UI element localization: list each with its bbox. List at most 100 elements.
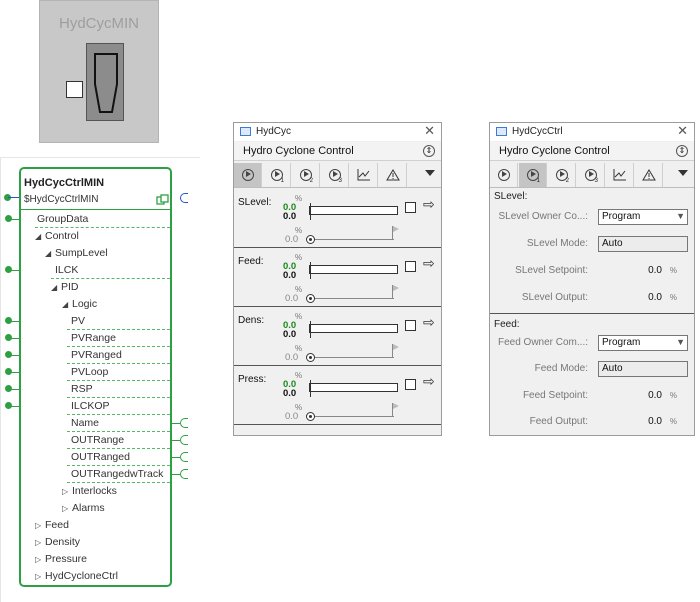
tree-item-label: Control [45, 230, 79, 242]
tree-item-control[interactable]: ◢ Control [21, 228, 170, 245]
tree-item-rsp[interactable]: RSP [67, 381, 170, 398]
feed-mode-label: Feed Mode: [534, 363, 588, 374]
slevel-setpoint-value[interactable]: 0.0 [648, 265, 662, 276]
output-pin-icon[interactable] [180, 193, 188, 203]
faceplate-hydcycctrl[interactable]: HydCycCtrl ✕ Hydro Cyclone Control ⇕ 1 2… [489, 122, 695, 436]
tree-item-pressure[interactable]: ▷ Pressure [21, 551, 170, 568]
output-pin-icon[interactable] [180, 452, 188, 462]
expanded-caret-icon[interactable]: ◢ [35, 229, 45, 245]
feed-output-value[interactable]: 0.0 [648, 416, 662, 427]
tab-1[interactable]: 1 [519, 163, 547, 187]
tree-item-pvloop[interactable]: PVLoop [67, 364, 170, 381]
tree-item-pvrange[interactable]: PVRange [67, 330, 170, 347]
tree-item-label: OUTRangedwTrack [71, 468, 164, 480]
tree-item-logic[interactable]: ◢ Logic [21, 296, 170, 313]
feed-section: Feed: Feed Owner Com...: Program Feed Mo… [490, 315, 694, 435]
window-titlebar[interactable]: HydCyc ✕ [234, 123, 441, 141]
select-checkbox[interactable] [405, 261, 416, 272]
tab-2[interactable]: 2 [292, 163, 320, 187]
tab-3[interactable]: 3 [577, 163, 605, 187]
window-titlebar[interactable]: HydCycCtrl ✕ [490, 123, 694, 141]
tree-item-groupdata[interactable]: GroupData [35, 211, 170, 228]
function-block[interactable]: HydCycCtrlMIN $HydCycCtrlMIN GroupData ◢ C… [19, 167, 172, 587]
slevel-owner-select[interactable]: Program [598, 209, 688, 225]
expanded-caret-icon[interactable]: ◢ [51, 280, 61, 296]
tree-item-outrange[interactable]: OUTRange [67, 432, 170, 449]
tab-trend[interactable] [350, 163, 378, 187]
collapsed-caret-icon[interactable]: ▷ [35, 552, 45, 568]
tree-item-alarms[interactable]: ▷ Alarms [21, 500, 170, 517]
setpoint-slider-handle[interactable] [306, 235, 315, 244]
faceplate-hydcyc[interactable]: HydCyc ✕ Hydro Cyclone Control ⇕ 1 2 3 S… [233, 122, 442, 436]
tree-item-label: Alarms [72, 502, 105, 514]
slevel-output-label: SLevel Output: [521, 292, 588, 303]
setpoint-value: 0.0 [285, 411, 299, 422]
tree-item-outranged[interactable]: OUTRanged [67, 449, 170, 466]
setpoint-slider-handle[interactable] [306, 412, 315, 421]
select-checkbox[interactable] [405, 379, 416, 390]
tree-item-pvranged[interactable]: PVRanged [67, 347, 170, 364]
tree-item-density[interactable]: ▷ Density [21, 534, 170, 551]
tree-item-label: ILCK [55, 264, 79, 276]
tree-item-ilckop[interactable]: ILCKOP [67, 398, 170, 415]
select-checkbox[interactable] [405, 320, 416, 331]
tab-home[interactable] [490, 163, 518, 187]
navigate-arrow-icon[interactable]: ⇨ [423, 196, 435, 213]
tab-2[interactable]: 2 [548, 163, 576, 187]
output-pin-icon[interactable] [180, 435, 188, 445]
close-icon[interactable]: ✕ [677, 123, 688, 139]
tab-1[interactable]: 1 [263, 163, 291, 187]
tree-item-interlocks[interactable]: ▷ Interlocks [21, 483, 170, 500]
slevel-setpoint-label: SLevel Setpoint: [515, 265, 588, 276]
tree-item-sumplevel[interactable]: ◢ SumpLevel [21, 245, 170, 262]
chevron-down-icon[interactable] [678, 170, 688, 176]
tree-item-feed[interactable]: ▷ Feed [21, 517, 170, 534]
expanded-caret-icon[interactable]: ◢ [45, 246, 55, 262]
slevel-output-value[interactable]: 0.0 [648, 292, 662, 303]
help-icon[interactable]: ⇕ [423, 145, 435, 157]
select-checkbox[interactable] [405, 202, 416, 213]
collapsed-caret-icon[interactable]: ▷ [35, 518, 45, 534]
header-separator [21, 209, 170, 210]
tree-item-outrangedwtrack[interactable]: OUTRangedwTrack [67, 466, 170, 483]
collapsed-caret-icon[interactable]: ▷ [35, 535, 45, 551]
output-pin-icon[interactable] [180, 418, 188, 428]
collapsed-caret-icon[interactable]: ▷ [62, 484, 72, 500]
pv-bar [309, 203, 398, 220]
setpoint-track [310, 298, 394, 299]
navigate-arrow-icon[interactable]: ⇨ [423, 314, 435, 331]
tab-trend[interactable] [606, 163, 634, 187]
tree-item-pid[interactable]: ◢ PID [21, 279, 170, 296]
tree-item-pv[interactable]: PV [67, 313, 170, 330]
tree-item-ilck[interactable]: ILCK [51, 262, 170, 279]
icon-block-checkbox[interactable] [66, 81, 83, 98]
expanded-caret-icon[interactable]: ◢ [62, 297, 72, 313]
navigate-arrow-icon[interactable]: ⇨ [423, 255, 435, 272]
output-pin-icon[interactable] [180, 469, 188, 479]
tree-item-name[interactable]: Name [67, 415, 170, 432]
tree-item-label: Logic [72, 298, 98, 310]
setpoint-slider-handle[interactable] [306, 353, 315, 362]
close-icon[interactable]: ✕ [424, 123, 435, 139]
collapsed-caret-icon[interactable]: ▷ [62, 501, 72, 517]
navigate-arrow-icon[interactable]: ⇨ [423, 373, 435, 390]
setpoint-slider-handle[interactable] [306, 294, 315, 303]
limit-flag-icon [392, 403, 399, 417]
feed-owner-select[interactable]: Program [598, 335, 688, 351]
pin-wire [171, 474, 180, 475]
tab-home[interactable] [234, 163, 262, 187]
tab-alarms[interactable] [635, 163, 663, 187]
feed-setpoint-value[interactable]: 0.0 [648, 390, 662, 401]
chevron-down-icon[interactable] [425, 170, 435, 176]
output-value: 0.0 [283, 270, 297, 281]
tab-alarms[interactable] [379, 163, 407, 187]
slevel-mode-row: SLevel Mode: Auto [490, 234, 694, 254]
tree-item-hydcyclonectrl[interactable]: ▷ HydCycloneCtrl [21, 568, 170, 585]
link-icon[interactable] [156, 194, 169, 209]
collapsed-caret-icon[interactable]: ▷ [35, 569, 45, 585]
help-icon[interactable]: ⇕ [676, 145, 688, 157]
tree-item-label: PVLoop [71, 366, 109, 378]
hydcyc-icon-block[interactable]: HydCycMIN [39, 0, 159, 143]
tree-item-label: Density [45, 536, 81, 548]
tab-3[interactable]: 3 [321, 163, 349, 187]
